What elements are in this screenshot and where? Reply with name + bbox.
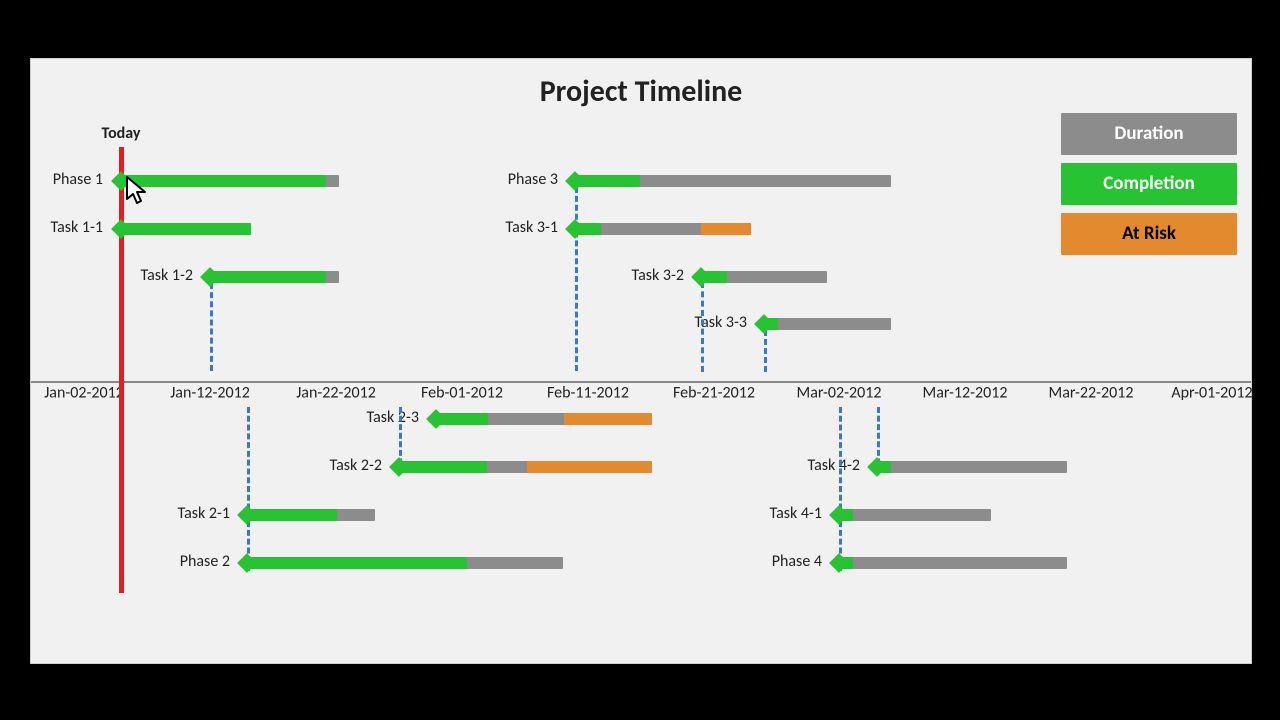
legend: Duration Completion At Risk bbox=[1061, 113, 1237, 263]
task-label: Task 1-2 bbox=[121, 266, 193, 285]
completion-bar bbox=[247, 557, 467, 569]
completion-bar bbox=[121, 223, 251, 235]
legend-completion: Completion bbox=[1061, 163, 1237, 205]
task-label: Task 4-2 bbox=[788, 456, 860, 475]
completion-bar bbox=[247, 509, 337, 521]
today-line bbox=[119, 147, 124, 593]
tick-label: Jan-02-2012 bbox=[44, 384, 124, 403]
dependency-line bbox=[575, 187, 578, 371]
task-label: Task 2-3 bbox=[347, 408, 419, 427]
tick-label: Mar-02-2012 bbox=[797, 384, 882, 403]
duration-bar bbox=[839, 557, 1067, 569]
task-label: Task 3-1 bbox=[486, 218, 558, 237]
chart-title: Project Timeline bbox=[31, 73, 1251, 110]
legend-duration: Duration bbox=[1061, 113, 1237, 155]
dependency-line bbox=[701, 282, 704, 372]
tick-label: Mar-12-2012 bbox=[923, 384, 1008, 403]
gantt-bar[interactable] bbox=[121, 223, 251, 235]
gantt-bar[interactable] bbox=[436, 413, 652, 425]
task-label: Task 1-1 bbox=[31, 218, 103, 237]
tick-label: Feb-01-2012 bbox=[421, 384, 503, 403]
tick-label: Jan-22-2012 bbox=[296, 384, 376, 403]
tick-label: Feb-21-2012 bbox=[673, 384, 755, 403]
tick-label: Apr-01-2012 bbox=[1171, 384, 1252, 403]
gantt-bar[interactable] bbox=[399, 461, 652, 473]
dependency-line bbox=[210, 283, 213, 371]
gantt-bar[interactable] bbox=[764, 318, 891, 330]
gantt-bar[interactable] bbox=[121, 175, 339, 187]
duration-bar bbox=[764, 318, 891, 330]
dependency-line bbox=[839, 407, 842, 571]
task-label: Task 2-1 bbox=[158, 504, 230, 523]
task-label: Task 3-3 bbox=[675, 313, 747, 332]
task-label: Task 3-2 bbox=[612, 266, 684, 285]
duration-bar bbox=[839, 509, 991, 521]
legend-at-risk: At Risk bbox=[1061, 213, 1237, 255]
gantt-bar[interactable] bbox=[575, 223, 751, 235]
dependency-line bbox=[247, 407, 250, 571]
task-label: Task 2-2 bbox=[310, 456, 382, 475]
gantt-bar[interactable] bbox=[701, 271, 827, 283]
task-label: Phase 1 bbox=[31, 170, 103, 189]
task-label: Task 4-1 bbox=[750, 504, 822, 523]
completion-bar bbox=[210, 271, 326, 283]
task-label: Phase 3 bbox=[486, 170, 558, 189]
gantt-bar[interactable] bbox=[839, 509, 991, 521]
tick-label: Feb-11-2012 bbox=[547, 384, 629, 403]
tick-label: Mar-22-2012 bbox=[1049, 384, 1134, 403]
chart-canvas: Project Timeline Duration Completion At … bbox=[30, 58, 1252, 664]
gantt-bar[interactable] bbox=[575, 175, 891, 187]
gantt-bar[interactable] bbox=[247, 557, 563, 569]
gantt-bar[interactable] bbox=[839, 557, 1067, 569]
completion-bar bbox=[399, 461, 487, 473]
gantt-bar[interactable] bbox=[210, 271, 339, 283]
at-risk-bar bbox=[701, 223, 751, 235]
duration-bar bbox=[877, 461, 1067, 473]
task-label: Phase 2 bbox=[158, 552, 230, 571]
completion-bar bbox=[121, 175, 326, 187]
dependency-line bbox=[764, 330, 767, 372]
at-risk-bar bbox=[564, 413, 652, 425]
task-label: Phase 4 bbox=[750, 552, 822, 571]
today-label: Today bbox=[102, 124, 141, 143]
gantt-bar[interactable] bbox=[247, 509, 375, 521]
gantt-bar[interactable] bbox=[877, 461, 1067, 473]
tick-label: Jan-12-2012 bbox=[170, 384, 250, 403]
at-risk-bar bbox=[527, 461, 652, 473]
